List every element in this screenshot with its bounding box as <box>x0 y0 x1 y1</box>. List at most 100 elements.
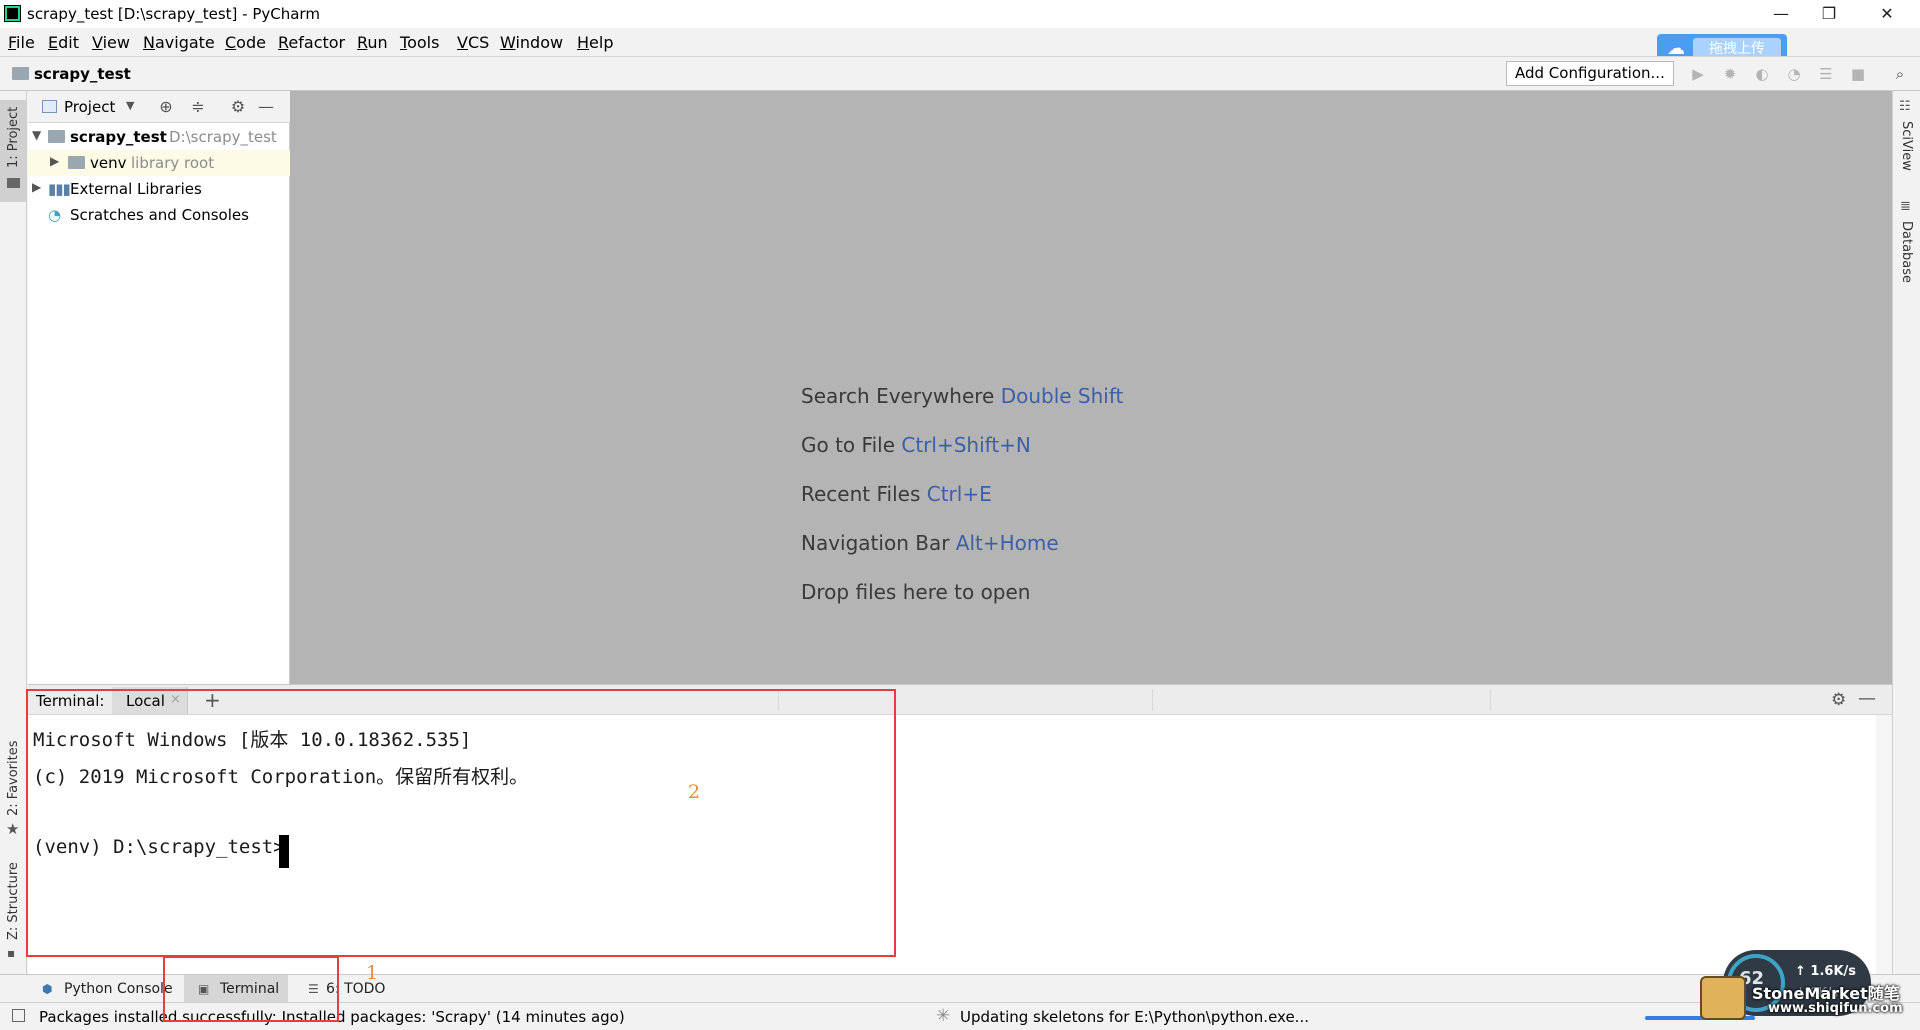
tree-item-external-libraries[interactable]: ▶ ▮▮▮ External Libraries <box>28 176 290 202</box>
hide-panel-icon[interactable]: — <box>1858 688 1876 709</box>
header-separator <box>1152 689 1153 711</box>
annotation-box-terminal-tab <box>163 956 339 1022</box>
sciview-icon: ☷ <box>1899 99 1911 114</box>
chevron-down-icon[interactable]: ▼ <box>126 99 134 112</box>
scratches-icon: ◔ <box>48 206 62 224</box>
tree-item-label: Scratches and Consoles <box>70 206 249 224</box>
run-icon[interactable]: ▶ <box>1688 64 1708 84</box>
editor-empty-area[interactable]: Search Everywhere Double Shift Go to Fil… <box>290 91 1892 684</box>
title-bar: scrapy_test [D:\scrapy_test] - PyCharm —… <box>0 0 1920 28</box>
folder-icon <box>12 67 29 80</box>
hint-search-everywhere: Search Everywhere Double Shift <box>801 384 1123 408</box>
hint-recent-files: Recent Files Ctrl+E <box>801 482 992 506</box>
stop-icon[interactable]: ■ <box>1848 64 1868 84</box>
folder-icon <box>48 130 65 143</box>
hint-text: Drop files here to open <box>801 580 1031 604</box>
menu-view[interactable]: View <box>92 33 130 52</box>
pycharm-app-icon <box>4 5 21 22</box>
menu-edit[interactable]: Edit <box>48 33 79 52</box>
tool-tab-structure-label: Z: Structure <box>6 862 21 940</box>
hint-text: Navigation Bar <box>801 531 950 555</box>
menu-refactor[interactable]: Refactor <box>278 33 345 52</box>
tool-tab-project-label: 1: Project <box>6 106 21 168</box>
tool-tab-favorites-label: 2: Favorites <box>6 740 21 816</box>
tree-item-label: venv <box>90 154 127 172</box>
tree-item-label: External Libraries <box>70 180 202 198</box>
collapse-all-icon[interactable]: ≑ <box>188 97 208 117</box>
project-tool-window: Project ▼ ⊕ ≑ ⚙ — ▼ scrapy_test D:\scrap… <box>28 91 290 684</box>
chevron-right-icon[interactable]: ▶ <box>32 180 41 194</box>
header-separator <box>1490 689 1491 711</box>
hint-shortcut: Alt+Home <box>955 531 1059 555</box>
menu-navigate[interactable]: Navigate <box>143 33 215 52</box>
annotation-box-terminal <box>26 689 896 957</box>
annotation-number-1: 1 <box>366 962 379 984</box>
profile-icon[interactable]: ◔ <box>1784 64 1804 84</box>
debug-icon[interactable]: ✹ <box>1720 64 1740 84</box>
gear-icon[interactable]: ⚙ <box>228 97 248 117</box>
tool-tab-database[interactable]: Database <box>1899 221 1914 283</box>
tree-item-path: D:\scrapy_test <box>169 128 277 146</box>
search-icon[interactable]: ⌕ <box>1890 64 1910 84</box>
restore-window-button[interactable]: ❐ <box>1806 0 1852 28</box>
annotation-number-2: 2 <box>688 781 701 803</box>
chevron-right-icon[interactable]: ▶ <box>50 154 59 168</box>
tree-item-scrapy-test[interactable]: ▼ scrapy_test D:\scrapy_test <box>28 124 290 150</box>
watermark-url: www.shiqifun.com <box>1768 1001 1903 1016</box>
navigation-bar: scrapy_test Add Configuration... ▶ ✹ ◐ ◔… <box>0 56 1920 91</box>
menu-file[interactable]: File <box>8 33 35 52</box>
tool-tab-structure[interactable]: Z: Structure ▪ <box>0 860 27 960</box>
minimize-window-button[interactable]: — <box>1758 0 1804 28</box>
tool-tab-favorites[interactable]: 2: Favorites ★ <box>0 730 27 840</box>
tree-item-venv[interactable]: ▶ venv library root <box>28 150 290 176</box>
menu-tools[interactable]: Tools <box>400 33 439 52</box>
project-panel-header: Project ▼ ⊕ ≑ ⚙ — <box>28 91 290 123</box>
hint-text: Search Everywhere <box>801 384 995 408</box>
project-view-selector[interactable]: Project <box>64 98 115 116</box>
menu-vcs[interactable]: VCS <box>457 33 489 52</box>
breadcrumb-project[interactable]: scrapy_test <box>34 65 131 83</box>
hint-navigation-bar: Navigation Bar Alt+Home <box>801 531 1059 555</box>
menu-run[interactable]: Run <box>357 33 388 52</box>
hint-go-to-file: Go to File Ctrl+Shift+N <box>801 433 1031 457</box>
locate-target-icon[interactable]: ⊕ <box>156 97 176 117</box>
hide-panel-icon[interactable]: — <box>256 97 276 117</box>
upload-speed: ↑ 1.6K/s <box>1795 964 1857 979</box>
hint-shortcut: Ctrl+E <box>926 482 992 506</box>
tree-item-scratches[interactable]: ◔ Scratches and Consoles <box>28 202 290 228</box>
tab-label: Python Console <box>64 981 173 997</box>
concurrency-icon[interactable]: ☰ <box>1816 64 1836 84</box>
close-window-button[interactable]: ✕ <box>1864 0 1910 28</box>
background-task-status[interactable]: Updating skeletons for E:\Python\python.… <box>960 1008 1309 1026</box>
hint-drop-files: Drop files here to open <box>801 580 1030 604</box>
folder-icon <box>68 156 85 169</box>
libraries-icon: ▮▮▮ <box>48 180 71 198</box>
menu-window[interactable]: Window <box>500 33 563 52</box>
add-configuration-button[interactable]: Add Configuration... <box>1506 61 1674 86</box>
right-tool-stripe: ☷ SciView ≣ Database <box>1892 91 1920 974</box>
watermark-logo-icon <box>1700 976 1746 1020</box>
menu-code[interactable]: Code <box>225 33 266 52</box>
database-icon: ≣ <box>1900 199 1911 214</box>
tool-tab-sciview[interactable]: SciView <box>1899 121 1914 171</box>
left-tool-stripe <box>0 91 27 974</box>
gear-icon[interactable]: ⚙ <box>1831 690 1846 710</box>
hint-shortcut: Double Shift <box>1000 384 1124 408</box>
coverage-icon[interactable]: ◐ <box>1752 64 1772 84</box>
toggle-tool-buttons-icon[interactable] <box>12 1009 25 1022</box>
star-icon: ★ <box>6 820 20 838</box>
tree-item-detail: library root <box>131 154 215 172</box>
structure-icon: ▪ <box>7 946 16 960</box>
tab-python-console[interactable]: ⬢ Python Console <box>36 975 174 1002</box>
terminal-scrollbar[interactable] <box>1876 715 1892 974</box>
hint-text: Recent Files <box>801 482 921 506</box>
menu-help[interactable]: Help <box>577 33 613 52</box>
window-title: scrapy_test [D:\scrapy_test] - PyCharm <box>27 5 320 23</box>
hint-shortcut: Ctrl+Shift+N <box>901 433 1031 457</box>
folder-icon <box>7 178 20 188</box>
project-view-icon <box>42 100 57 113</box>
spinner-icon: ✳ <box>936 1006 951 1026</box>
python-console-icon: ⬢ <box>42 982 53 996</box>
chevron-down-icon[interactable]: ▼ <box>32 128 41 142</box>
tool-tab-project[interactable]: 1: Project <box>0 100 27 202</box>
